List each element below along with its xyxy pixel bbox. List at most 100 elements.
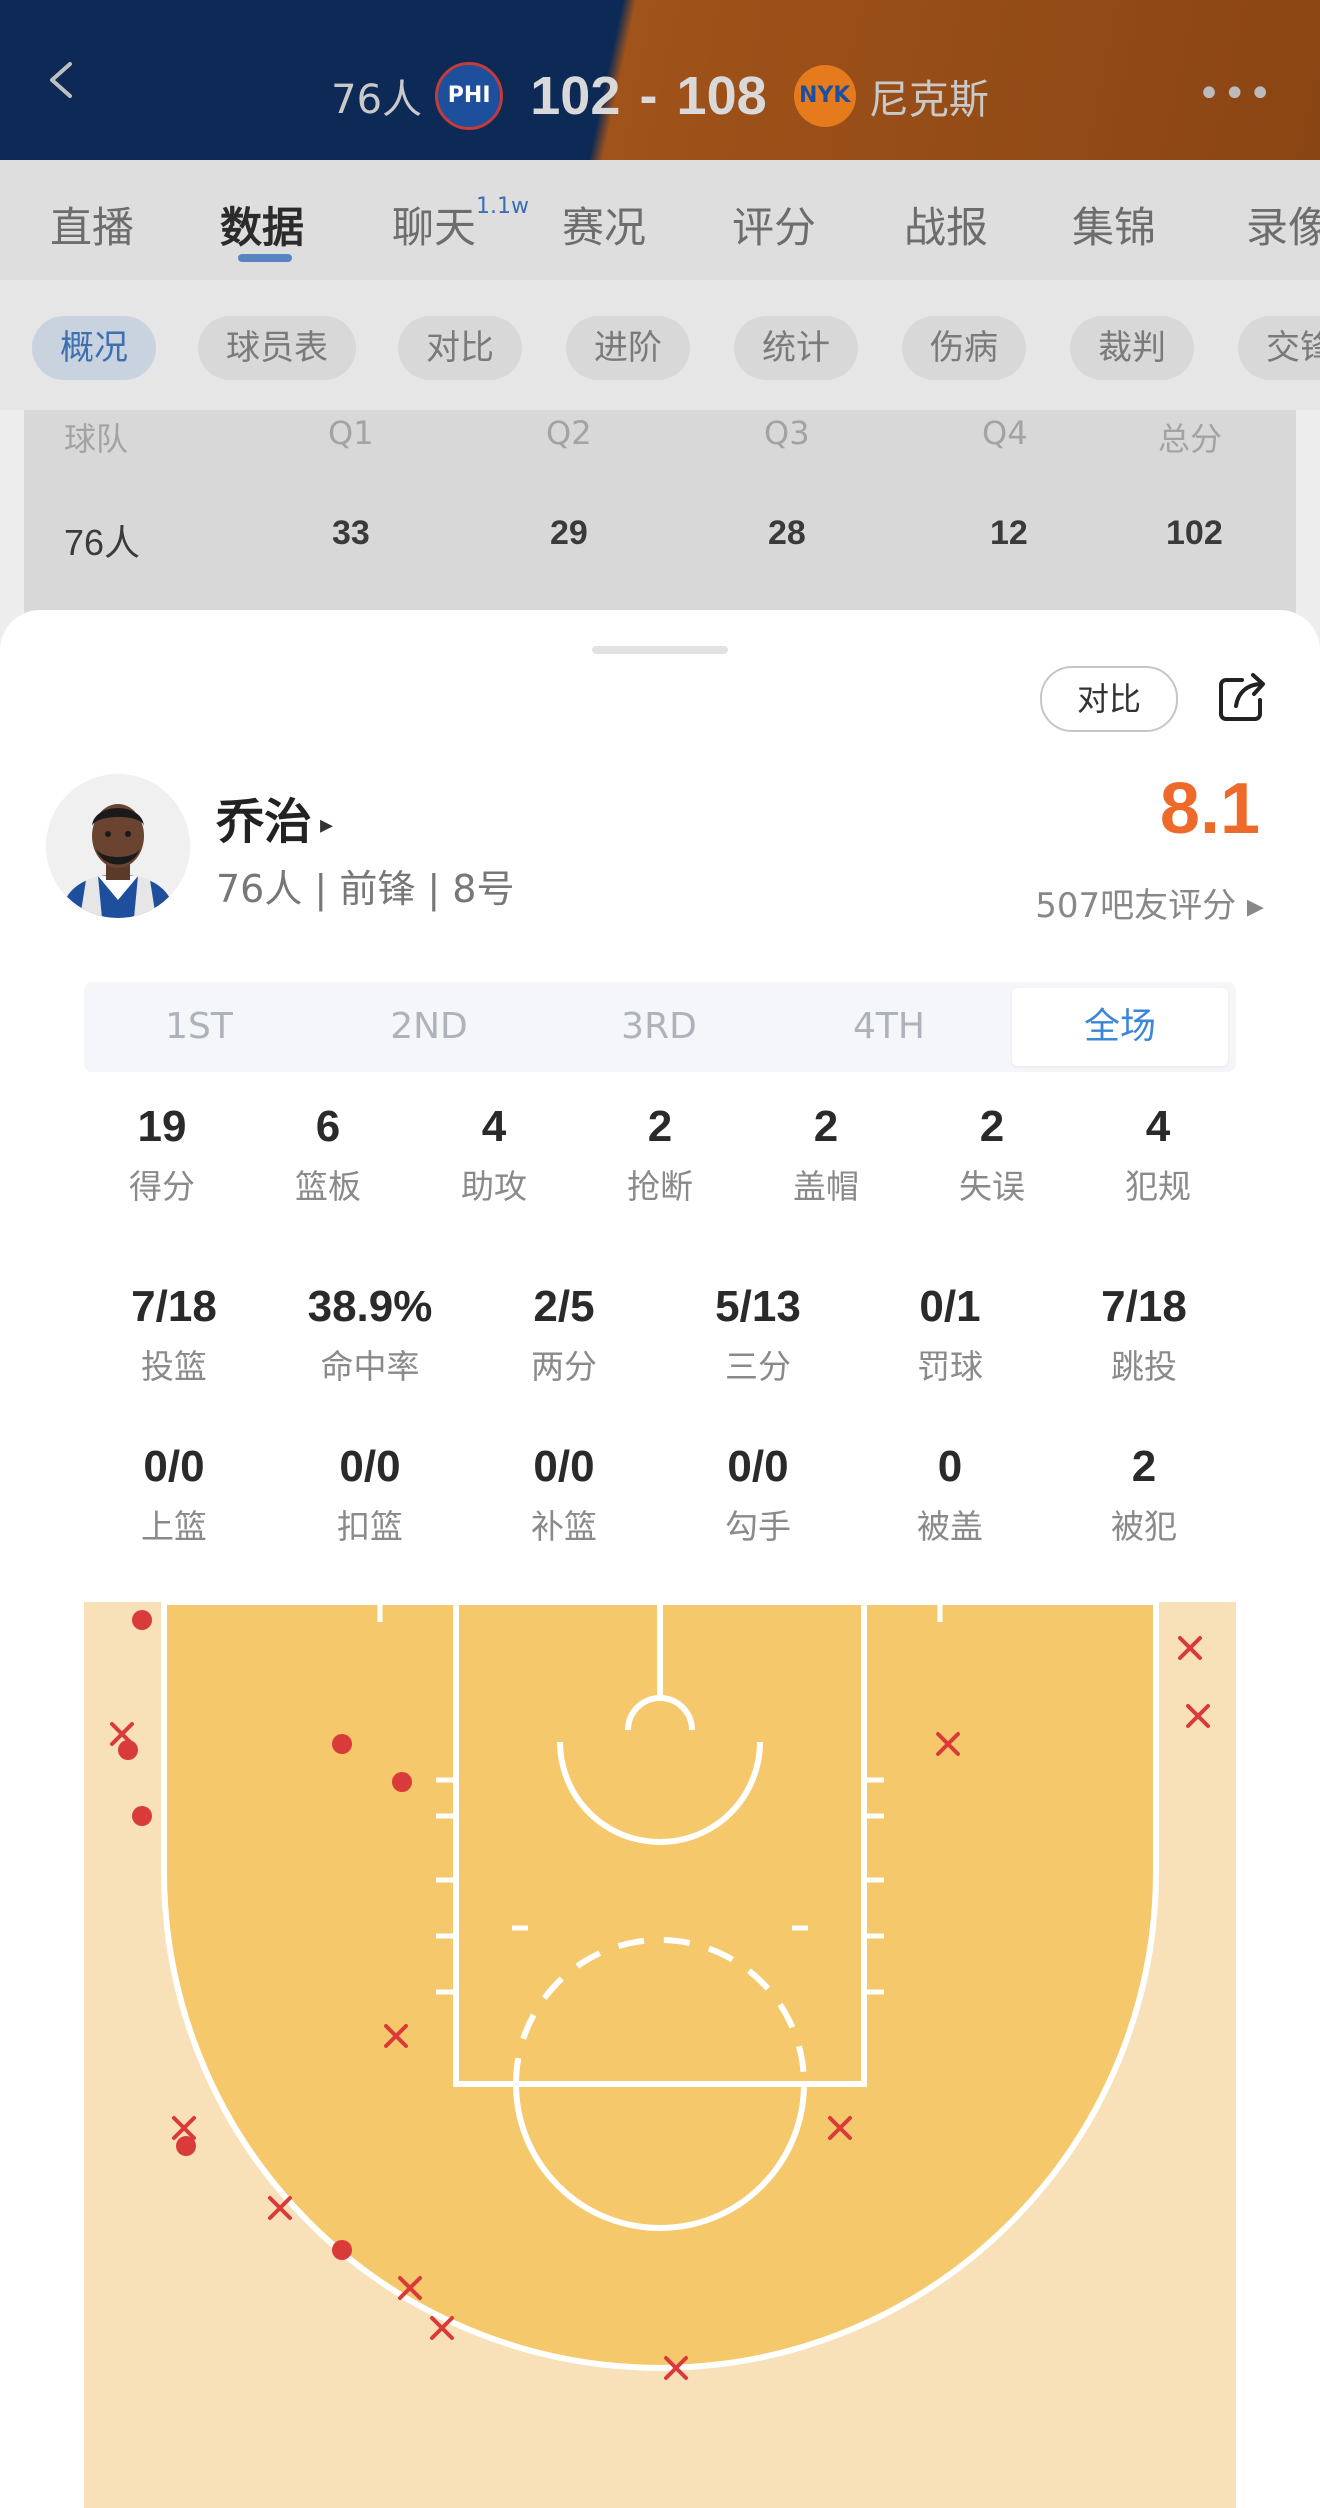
stat-item: 7/18 跳投	[1054, 1282, 1234, 1388]
stat-item: 5/13 三分	[668, 1282, 848, 1388]
scoreboard: 76人 PHI 102 - 108 NYK 尼克斯	[0, 62, 1320, 132]
stat-label: 投篮	[141, 1347, 207, 1386]
made-shot-marker	[332, 1734, 352, 1754]
period-tabs: 1ST 2ND 3RD 4TH 全场	[84, 982, 1236, 1072]
chip-compare[interactable]: 对比	[398, 316, 522, 380]
stat-label: 罚球	[917, 1347, 983, 1386]
score-separator: -	[639, 66, 658, 126]
table-cell: 12	[990, 514, 1028, 552]
stat-label: 篮板	[295, 1167, 361, 1206]
rating-count-link[interactable]: 507吧友评分 ▸	[1035, 878, 1264, 927]
stat-item: 4 犯规	[1068, 1102, 1248, 1208]
stat-item: 0/0 上篮	[84, 1442, 264, 1548]
tab-rating[interactable]: 评分	[732, 194, 816, 255]
table-cell: 33	[332, 514, 370, 552]
more-icon[interactable]: •••	[1197, 74, 1274, 114]
tab-replay[interactable]: 录像	[1246, 194, 1320, 255]
table-header: Q2	[546, 414, 592, 452]
period-tab-2nd[interactable]: 2ND	[314, 982, 544, 1072]
away-score: 108	[676, 66, 767, 126]
compare-button[interactable]: 对比	[1040, 666, 1178, 732]
table-cell: 28	[768, 514, 806, 552]
avatar[interactable]	[46, 774, 190, 918]
period-tab-full[interactable]: 全场	[1012, 988, 1228, 1066]
stat-label: 补篮	[531, 1507, 597, 1546]
stat-value: 7/18	[1101, 1282, 1187, 1331]
stat-label: 抢断	[627, 1167, 693, 1206]
player-name-arrow: ▸	[320, 810, 334, 840]
drag-handle[interactable]	[592, 646, 728, 654]
table-header: Q3	[764, 414, 810, 452]
stat-label: 被盖	[917, 1507, 983, 1546]
chip-referee[interactable]: 裁判	[1070, 316, 1194, 380]
period-tab-3rd[interactable]: 3RD	[544, 982, 774, 1072]
made-shot-marker	[132, 1806, 152, 1826]
stat-item: 2 抢断	[570, 1102, 750, 1208]
period-tab-1st[interactable]: 1ST	[84, 982, 314, 1072]
chip-stats[interactable]: 统计	[734, 316, 858, 380]
stat-label: 盖帽	[793, 1167, 859, 1206]
chip-injury[interactable]: 伤病	[902, 316, 1026, 380]
stat-value: 0/0	[143, 1442, 205, 1491]
stat-item: 2/5 两分	[474, 1282, 654, 1388]
chat-count-badge: 1.1w	[476, 194, 529, 219]
stat-value: 2	[1131, 1442, 1157, 1491]
tab-highlights[interactable]: 集锦	[1072, 194, 1156, 255]
tab-label: 数据	[220, 203, 305, 252]
player-name-text: 乔治	[216, 794, 313, 850]
stat-label: 跳投	[1111, 1347, 1177, 1386]
away-team-name: 尼克斯	[868, 77, 989, 123]
stat-label: 犯规	[1125, 1167, 1191, 1206]
stat-label: 扣篮	[337, 1507, 403, 1546]
stat-value: 5/13	[715, 1282, 801, 1331]
tab-label: 聊天	[392, 203, 477, 252]
stat-item: 2 被犯	[1054, 1442, 1234, 1548]
tab-report[interactable]: 战报	[904, 194, 988, 255]
stat-label: 被犯	[1111, 1507, 1177, 1546]
stat-label: 三分	[725, 1347, 791, 1386]
made-shot-marker	[132, 1610, 152, 1630]
stat-label: 失误	[959, 1167, 1025, 1206]
away-team-logo: NYK	[793, 65, 856, 127]
chip-players[interactable]: 球员表	[198, 316, 356, 380]
tab-game-status[interactable]: 赛况	[562, 194, 646, 255]
stat-value: 38.9%	[307, 1282, 433, 1331]
tab-label: 战报	[904, 203, 989, 252]
stat-value: 4	[481, 1102, 507, 1151]
stat-value: 4	[1145, 1102, 1171, 1151]
stat-value: 0/0	[533, 1442, 595, 1491]
court-svg	[84, 1602, 1236, 2508]
stat-item: 38.9% 命中率	[280, 1282, 460, 1388]
tab-label: 集锦	[1072, 203, 1157, 252]
chip-overview[interactable]: 概况	[32, 316, 156, 380]
player-detail-sheet: 对比 乔治 ▸ 76人 | 前锋 | 8号 8.1 507吧友评分 ▸ 1ST 2…	[0, 610, 1320, 2508]
table-cell: 29	[550, 514, 588, 552]
stat-item: 2 失误	[902, 1102, 1082, 1208]
share-icon[interactable]	[1212, 668, 1272, 728]
period-tab-4th[interactable]: 4TH	[774, 982, 1004, 1072]
tab-live[interactable]: 直播	[50, 194, 134, 255]
stat-label: 上篮	[141, 1507, 207, 1546]
table-header: 总分	[1158, 420, 1223, 458]
chip-advanced[interactable]: 进阶	[566, 316, 690, 380]
stat-item: 4 助攻	[404, 1102, 584, 1208]
sub-tabs: 概况 球员表 对比 进阶 统计 伤病 裁判 交锋	[0, 280, 1320, 410]
home-team-name: 76人	[331, 77, 423, 123]
stat-label: 勾手	[725, 1507, 791, 1546]
stat-value: 0/0	[339, 1442, 401, 1491]
tab-label: 评分	[732, 203, 817, 252]
home-team-logo: PHI	[435, 62, 504, 130]
chip-head-to-head[interactable]: 交锋	[1238, 316, 1320, 380]
tab-label: 直播	[50, 203, 135, 252]
made-shot-marker	[392, 1772, 412, 1792]
table-header: 球队	[64, 420, 129, 458]
stat-value: 6	[315, 1102, 341, 1151]
stat-item: 7/18 投篮	[84, 1282, 264, 1388]
player-name[interactable]: 乔治 ▸	[216, 782, 333, 852]
stat-label: 两分	[531, 1347, 597, 1386]
stat-label: 得分	[129, 1167, 195, 1206]
tab-chat[interactable]: 聊天1.1w	[392, 194, 529, 255]
active-tab-underline	[238, 254, 292, 262]
tab-data[interactable]: 数据	[220, 194, 304, 255]
stat-value: 2	[647, 1102, 673, 1151]
